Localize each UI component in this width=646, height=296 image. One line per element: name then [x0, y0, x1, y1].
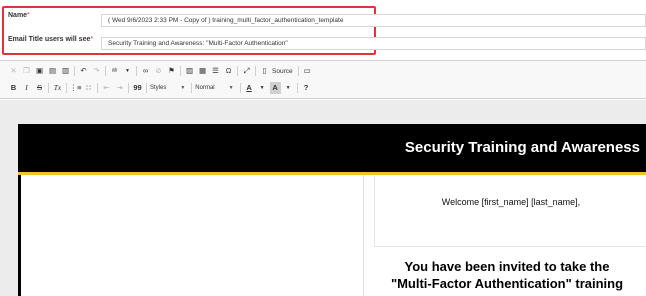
bg-color-dropdown-icon[interactable]: ▼ — [283, 82, 294, 94]
required-marker: * — [90, 36, 94, 43]
text-color-dropdown-icon[interactable]: ▼ — [257, 82, 268, 94]
source-icon[interactable]: ▯ — [259, 65, 270, 77]
email-title-label: Email Title users will see* — [8, 36, 93, 43]
toolbar-separator — [191, 83, 193, 93]
welcome-block: Welcome [first_name] [last_name], — [374, 177, 646, 247]
cut-icon[interactable]: ✕ — [8, 65, 19, 77]
form-area: Name* ( Wed 9/6/2023 2:33 PM - Copy of )… — [0, 0, 646, 58]
table-icon[interactable]: ▦ — [197, 65, 208, 77]
invite-line-1: You have been invited to take the — [404, 259, 610, 274]
source-button[interactable]: Source — [272, 68, 293, 75]
undo-icon[interactable]: ↶ — [78, 65, 89, 77]
format-dropdown-label: Normal — [195, 85, 215, 91]
name-label-text: Name — [8, 12, 28, 19]
numbered-list-icon[interactable]: ⋮≡ — [70, 82, 82, 94]
unlink-icon[interactable]: ⊘ — [153, 65, 164, 77]
bold-button[interactable]: B — [8, 82, 19, 94]
italic-button[interactable]: I — [21, 82, 32, 94]
email-header: Security Training and Awareness — [18, 124, 646, 172]
styles-dropdown-label: Styles — [150, 85, 167, 91]
email-title-field-value: Security Training and Awareness: "Multi-… — [108, 40, 288, 47]
spellcheck-dropdown-icon[interactable]: ▼ — [122, 65, 133, 77]
email-header-title: Security Training and Awareness — [404, 139, 640, 156]
invite-line-2: "Multi-Factor Authentication" training — [390, 276, 624, 291]
toolbar-separator — [297, 66, 299, 76]
toolbar-separator — [128, 83, 129, 93]
format-dropdown[interactable]: Normal ▼ — [195, 85, 233, 91]
required-marker: * — [27, 12, 30, 19]
editor-content-area[interactable]: Security Training and Awareness Welcome … — [0, 100, 646, 296]
iframe-icon[interactable]: ▭ — [302, 65, 313, 77]
toolbar-separator — [296, 83, 298, 93]
help-button[interactable]: ? — [301, 82, 312, 94]
maximize-icon[interactable]: ⤢ — [241, 65, 252, 77]
toolbar-separator — [180, 66, 181, 76]
toolbar-separator — [48, 83, 49, 93]
chevron-down-icon: ▼ — [228, 85, 234, 91]
toolbar-separator — [66, 83, 67, 93]
toolbar-separator — [146, 83, 147, 93]
strike-button[interactable]: S — [34, 82, 45, 94]
redo-icon[interactable]: ↷ — [91, 65, 102, 77]
remove-format-button[interactable]: Tx — [52, 82, 63, 94]
text-color-button[interactable]: A — [244, 82, 255, 94]
email-preview: Security Training and Awareness Welcome … — [18, 124, 646, 296]
toolbar-separator — [97, 83, 98, 93]
paste-icon[interactable]: ▣ — [34, 65, 45, 77]
paste-word-icon[interactable]: ▥ — [60, 65, 71, 77]
image-icon[interactable]: ▨ — [184, 65, 195, 77]
bg-color-button[interactable]: A — [269, 82, 281, 94]
welcome-text: Welcome [first_name] [last_name], — [441, 197, 581, 207]
outdent-icon[interactable]: ⇤ — [101, 82, 112, 94]
name-field-value: ( Wed 9/6/2023 2:33 PM - Copy of ) train… — [108, 17, 344, 24]
toolbar-separator — [255, 66, 256, 76]
name-label: Name* — [8, 12, 30, 19]
toolbar-row-2: B I S Tx ⋮≡ ∷ ⇤ ⇥ 99 Styles ▼ Normal ▼ A ▼ — [8, 81, 314, 95]
toolbar-separator — [105, 66, 106, 76]
toolbar-separator — [237, 66, 238, 76]
name-field[interactable]: ( Wed 9/6/2023 2:33 PM - Copy of ) train… — [101, 14, 646, 27]
toolbar-row-1: ✕ ❐ ▣ ▤ ▥ ↶ ↷ ᵃᵇ ▼ ∞ ⊘ ⚑ ▨ ▦ ☰ Ω ⤢ ▯ Sou… — [8, 64, 315, 78]
styles-dropdown[interactable]: Styles ▼ — [150, 85, 185, 91]
toolbar-separator — [239, 83, 241, 93]
invite-heading: You have been invited to take the "Multi… — [368, 258, 646, 292]
special-char-icon[interactable]: Ω — [223, 65, 234, 77]
email-title-label-text: Email Title users will see — [8, 36, 91, 43]
anchor-icon[interactable]: ⚑ — [166, 65, 177, 77]
bulleted-list-icon[interactable]: ∷ — [83, 82, 94, 94]
spellcheck-icon[interactable]: ᵃᵇ — [109, 65, 120, 77]
email-left-column — [18, 175, 364, 296]
link-icon[interactable]: ∞ — [140, 65, 151, 77]
horizontal-line-icon[interactable]: ☰ — [210, 65, 221, 77]
email-title-field[interactable]: Security Training and Awareness: "Multi-… — [101, 37, 646, 50]
toolbar-separator — [74, 66, 75, 76]
indent-icon[interactable]: ⇥ — [114, 82, 125, 94]
paste-text-icon[interactable]: ▤ — [47, 65, 58, 77]
blockquote-button[interactable]: 99 — [132, 82, 143, 94]
rich-text-editor: ✕ ❐ ▣ ▤ ▥ ↶ ↷ ᵃᵇ ▼ ∞ ⊘ ⚑ ▨ ▦ ☰ Ω ⤢ ▯ Sou… — [0, 60, 646, 296]
editor-toolbar: ✕ ❐ ▣ ▤ ▥ ↶ ↷ ᵃᵇ ▼ ∞ ⊘ ⚑ ▨ ▦ ☰ Ω ⤢ ▯ Sou… — [0, 61, 646, 99]
chevron-down-icon: ▼ — [180, 85, 186, 91]
copy-icon[interactable]: ❐ — [21, 65, 32, 77]
toolbar-separator — [136, 66, 137, 76]
